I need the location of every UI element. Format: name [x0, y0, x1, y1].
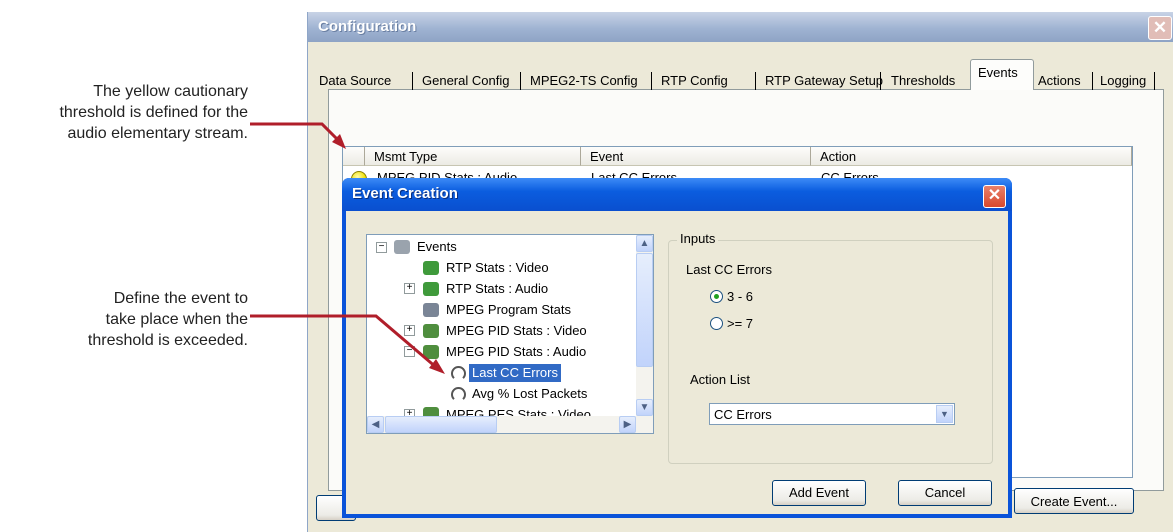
- threshold-arrow: [250, 122, 346, 149]
- event-arrow: [250, 314, 445, 374]
- callout-arrows: [250, 122, 445, 374]
